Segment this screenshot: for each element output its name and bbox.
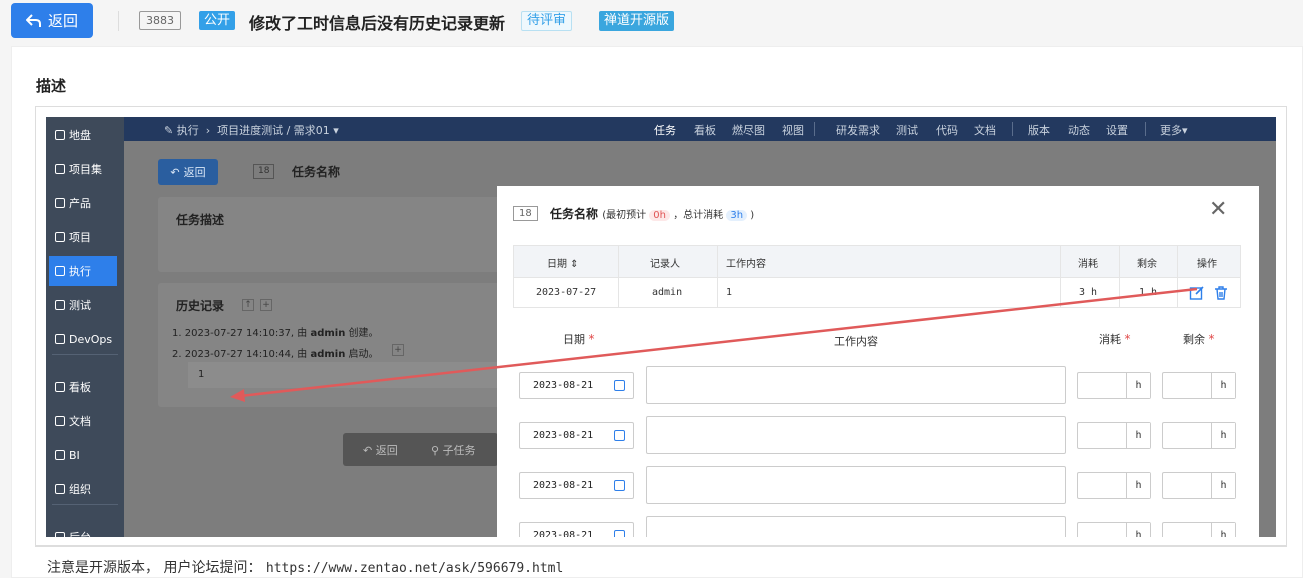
top-bar: 返回 3883 公开 修改了工时信息后没有历史记录更新 待评审 禅道开源版: [0, 0, 1303, 44]
issue-id-badge: 3883: [139, 11, 181, 30]
page-title: 修改了工时信息后没有历史记录更新: [249, 14, 506, 33]
note-url: https://www.zentao.net/ask/596679.html: [265, 561, 564, 576]
description-label: 描述: [36, 77, 67, 95]
visibility-badge: 公开: [199, 11, 236, 30]
arrow-line: [239, 287, 1198, 398]
note-text: 注意是开源版本， 用户论坛提问：: [47, 560, 262, 576]
attached-screenshot: 地盘项目集产品项目执行测试DevOps看板文档BI组织后台 ✎ 执行 › 项目进…: [35, 106, 1287, 546]
arrow-head: [230, 389, 245, 402]
back-button-label: 返回: [47, 12, 78, 30]
description-note: 注意是开源版本， 用户论坛提问： https://www.zentao.net/…: [47, 557, 563, 577]
status-badge: 待评审: [521, 11, 573, 31]
edition-badge: 禅道开源版: [599, 11, 675, 31]
back-button[interactable]: 返回: [11, 3, 93, 38]
annotation-arrow: [230, 287, 1198, 402]
embedded-app-screenshot: 地盘项目集产品项目执行测试DevOps看板文档BI组织后台 ✎ 执行 › 项目进…: [46, 117, 1276, 537]
back-arrow-icon: [25, 13, 41, 27]
description-panel: 描述 地盘项目集产品项目执行测试DevOps看板文档BI组织后台 ✎ 执行 › …: [11, 46, 1303, 578]
divider: [118, 11, 119, 31]
